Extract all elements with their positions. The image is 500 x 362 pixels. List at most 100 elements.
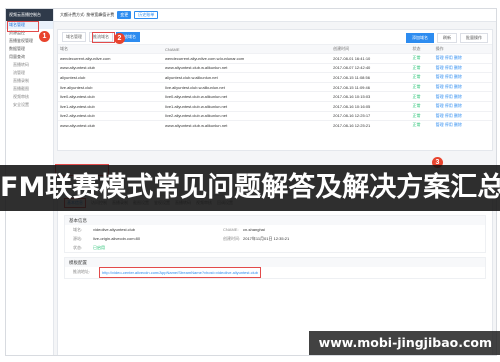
status-value: 已启用 <box>93 245 105 250</box>
billing-notice: 大额计费方式: 按带宽峰值计费 <box>60 12 115 17</box>
col-domain: 域名 <box>58 45 164 54</box>
history-button[interactable]: 历史账单 <box>134 11 159 19</box>
col-status: 状态 <box>410 45 434 54</box>
domain-list-panel: 域名管理 推流域名 播放域名 添加域名 刷新 批量操作 域名 CNAME 创建时… <box>57 29 493 151</box>
table-row[interactable]: live0.aliyuntest.club live0.aliyuntest.cl… <box>58 91 492 102</box>
highlight-box-tab <box>92 32 115 43</box>
sidebar-item-usage[interactable]: 用量查询 <box>6 53 53 61</box>
created-cell: 2017-08-16 10:15:03 <box>331 91 411 102</box>
blank-cell <box>323 110 332 121</box>
cname-cell: aliyuntest.club.w.alikunlun.net <box>163 72 324 83</box>
created-label: 创建时间: <box>223 236 241 241</box>
origin-label: 源站: <box>73 236 83 241</box>
sidebar-item-stream[interactable]: 流管理 <box>6 69 53 77</box>
actions-cell[interactable]: 管理 停用 删除 <box>433 100 492 112</box>
created-cell: 2017-08-01 16:41:10 <box>331 53 411 64</box>
blank-cell <box>323 62 332 73</box>
refresh-button[interactable]: 刷新 <box>437 33 457 43</box>
cname-cell: live0.aliyuntest.club.w.alikunlun.net <box>163 91 324 102</box>
created-cell: 2017-08-16 12:25:21 <box>331 120 411 130</box>
created-cell: 2017-08-15 11:08:56 <box>331 72 411 83</box>
basic-info-section: 基本信息 域名: videolive.aliyuntest.club CNAME… <box>64 215 486 253</box>
site-watermark: www.mobi-jingjibao.com <box>308 331 500 355</box>
change-button[interactable]: 变更 <box>117 11 132 19</box>
sidebar-item-security[interactable]: 安全设置 <box>6 101 53 109</box>
push-url-row: 推流地址: http://video-center.alivecdn.com/A… <box>65 267 485 278</box>
sidebar-item-review[interactable]: 视频审核 <box>6 93 53 101</box>
blank-cell <box>323 91 332 102</box>
table-row[interactable]: www.aliyuntest.club www.aliyuntest.club.w… <box>58 62 492 73</box>
col-cname: CNAME <box>163 45 324 54</box>
batch-button[interactable]: 批量操作 <box>460 33 488 43</box>
blank-cell <box>323 120 332 130</box>
step-marker-1: 1 <box>39 31 50 42</box>
cname-cell: www.aliyuntest.club.w.alikunlun.net <box>163 120 324 130</box>
cname-cell: live.aliyuntest.club.w.alikunlun.net <box>163 81 324 92</box>
blank-cell <box>323 100 332 112</box>
actions-cell[interactable]: 管理 停用 删除 <box>433 72 492 83</box>
kv-row-2: 源站: live-origin.alivecdn.com:80 创建时间: 20… <box>65 234 485 243</box>
sidebar-item-transcode[interactable]: 直播转码 <box>6 61 53 69</box>
col-actions: 操作 <box>433 45 492 54</box>
domain-field: 域名: videolive.aliyuntest.club <box>73 225 223 234</box>
table-row[interactable]: www.aliyuntest.club www.aliyuntest.club.w… <box>58 120 492 130</box>
created-cell: 2017-08-16 10:16:05 <box>331 100 411 112</box>
blank-cell <box>323 81 332 92</box>
status-cell: 正常 <box>410 120 434 130</box>
kv-row-3: 状态: 已启用 <box>65 243 485 252</box>
template-section: 模板配置 推流地址: http://video-center.alivecdn.… <box>64 257 486 279</box>
origin-field: 源站: live-origin.alivecdn.com:80 <box>73 234 223 243</box>
created-cell: 2017-08-07 12:42:40 <box>331 62 411 73</box>
actions-cell[interactable]: 管理 停用 删除 <box>433 91 492 102</box>
topbar: 大额计费方式: 按带宽峰值计费 变更 历史账单 <box>54 9 496 22</box>
col-created: 创建时间 <box>331 45 411 54</box>
toolbar: 添加域名 刷新 批量操作 <box>406 33 488 43</box>
cname-label: CNAME: <box>223 227 239 232</box>
domain-cell: live0.aliyuntest.club <box>58 91 164 102</box>
domain-cell: live.aliyuntest.club <box>58 81 164 92</box>
status-cell: 正常 <box>410 62 434 73</box>
col-blank <box>323 45 332 54</box>
actions-cell[interactable]: 管理 停用 删除 <box>433 120 492 130</box>
domain-value: videolive.aliyuntest.club <box>93 227 136 232</box>
tab-domain-manage[interactable]: 域名管理 <box>62 32 86 42</box>
status-cell: 正常 <box>410 110 434 121</box>
created-field: 创建时间: 2017年11月01日 12:35:21 <box>223 234 373 243</box>
blank-cell <box>323 53 332 64</box>
status-cell: 正常 <box>410 81 434 92</box>
highlight-box-sidebar <box>7 21 39 32</box>
status-cell: 正常 <box>410 100 434 112</box>
status-cell: 正常 <box>410 53 434 64</box>
origin-value: live-origin.alivecdn.com:80 <box>93 236 141 241</box>
kv-row-1: 域名: videolive.aliyuntest.club CNAME: cn-… <box>65 225 485 234</box>
sidebar-item-record[interactable]: 直播录制 <box>6 77 53 85</box>
status-label: 状态: <box>73 245 83 250</box>
created-value: 2017年11月01日 12:35:21 <box>243 236 290 241</box>
push-url-link[interactable]: http://video-center.alivecdn.com/AppName… <box>99 267 261 278</box>
domain-cell: wendecurrent.aliyunlive.com <box>58 53 164 64</box>
created-cell: 2017-08-15 11:09:46 <box>331 81 411 92</box>
table-row[interactable]: live2.aliyuntest.club live2.aliyuntest.cl… <box>58 110 492 121</box>
domain-cell: live2.aliyuntest.club <box>58 110 164 121</box>
basic-info-heading: 基本信息 <box>65 216 485 225</box>
domain-cell: www.aliyuntest.club <box>58 62 164 73</box>
step-marker-2: 2 <box>114 33 125 44</box>
status-cell: 正常 <box>410 72 434 83</box>
domain-cell: aliyuntest.club <box>58 72 164 83</box>
table-row[interactable]: live.aliyuntest.club live.aliyuntest.club… <box>58 81 492 92</box>
table-row[interactable]: live1.aliyuntest.club live1.aliyuntest.cl… <box>58 100 492 112</box>
actions-cell[interactable]: 管理 停用 删除 <box>433 53 492 64</box>
blank-cell <box>323 72 332 83</box>
template-heading: 模板配置 <box>65 258 485 267</box>
domain-table: 域名 CNAME 创建时间 状态 操作 wendecurrent.aliyunl… <box>58 45 492 130</box>
actions-cell[interactable]: 管理 停用 删除 <box>433 81 492 92</box>
sidebar-item-snapshot[interactable]: 直播截图 <box>6 85 53 93</box>
add-domain-button[interactable]: 添加域名 <box>406 33 434 43</box>
domain-label: 域名: <box>73 227 83 232</box>
cname-field: CNAME: cn-shanghai <box>223 225 373 234</box>
sidebar-item-data[interactable]: 数据管理 <box>6 45 53 53</box>
actions-cell[interactable]: 管理 停用 删除 <box>433 110 492 121</box>
table-row[interactable]: wendecurrent.aliyunlive.com wendecurrent.… <box>58 53 492 64</box>
actions-cell[interactable]: 管理 停用 删除 <box>433 62 492 73</box>
table-row[interactable]: aliyuntest.club aliyuntest.club.w.alikunl… <box>58 72 492 83</box>
